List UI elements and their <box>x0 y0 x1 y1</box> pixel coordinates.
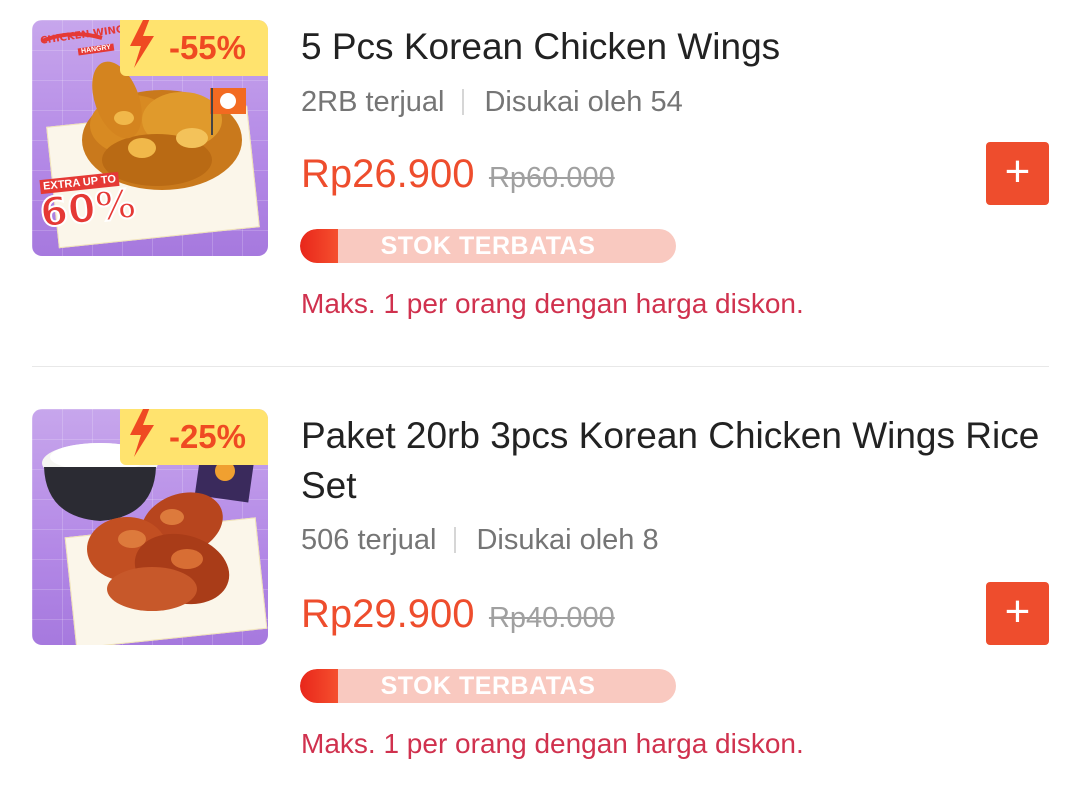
discount-text: -25% <box>168 418 246 455</box>
stock-label: STOK TERBATAS <box>380 672 596 700</box>
lightning-bolt-icon <box>130 20 154 68</box>
original-price: Rp60.000 <box>488 162 615 194</box>
liked-count: Disukai oleh 8 <box>476 524 659 556</box>
product-image[interactable]: CHICKEN WING HANGRY EXTRA UP TO 60% -55% <box>32 20 268 256</box>
product-card[interactable]: CHICKEN WING HANGRY EXTRA UP TO 60% -55%… <box>0 0 1080 366</box>
purchase-limit-note: Maks. 1 per orang dengan harga diskon. <box>301 728 804 759</box>
product-card[interactable]: -25% Paket 20rb 3pcs Korean Chicken Wing… <box>0 367 1080 799</box>
plus-icon: + <box>1004 587 1031 636</box>
discount-text: -55% <box>168 29 246 66</box>
lightning-bolt-icon <box>130 409 154 457</box>
add-to-cart-button[interactable]: + <box>986 142 1049 205</box>
stock-progress-bar: STOK TERBATAS <box>300 669 676 703</box>
product-title[interactable]: 5 Pcs Korean Chicken Wings <box>301 22 1041 72</box>
add-to-cart-button[interactable]: + <box>986 582 1049 645</box>
sale-price: Rp29.900 <box>301 592 475 636</box>
product-title[interactable]: Paket 20rb 3pcs Korean Chicken Wings Ric… <box>301 411 1041 511</box>
purchase-limit-note: Maks. 1 per orang dengan harga diskon. <box>301 288 804 319</box>
sold-count: 2RB terjual <box>301 86 445 118</box>
sold-count: 506 terjual <box>301 524 437 556</box>
product-meta: 2RB terjual Disukai oleh 54 <box>301 86 683 119</box>
meta-divider <box>454 527 457 553</box>
stock-label: STOK TERBATAS <box>380 232 596 260</box>
discount-badge: -25% <box>120 409 268 465</box>
price-row: Rp29.900 Rp40.000 <box>301 592 615 637</box>
product-meta: 506 terjual Disukai oleh 8 <box>301 524 659 557</box>
product-image[interactable]: -25% <box>32 409 268 645</box>
meta-divider <box>462 89 465 115</box>
sale-price: Rp26.900 <box>301 152 475 196</box>
stock-progress-bar: STOK TERBATAS <box>300 229 676 263</box>
original-price: Rp40.000 <box>488 602 615 634</box>
liked-count: Disukai oleh 54 <box>484 86 683 118</box>
discount-badge: -55% <box>120 20 268 76</box>
plus-icon: + <box>1004 147 1031 196</box>
price-row: Rp26.900 Rp60.000 <box>301 152 615 197</box>
